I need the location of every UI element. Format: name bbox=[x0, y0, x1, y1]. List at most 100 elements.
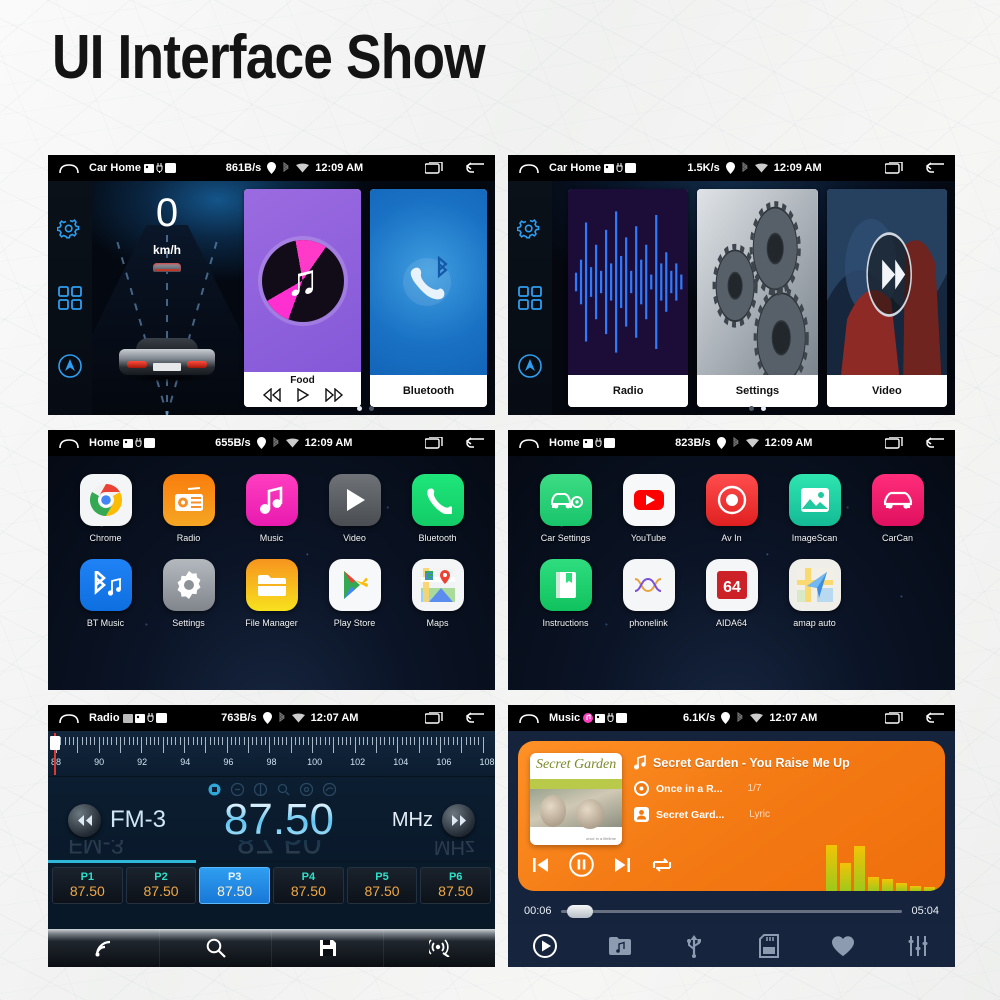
seek-knob[interactable] bbox=[567, 904, 594, 918]
app-bluetooth[interactable]: Bluetooth bbox=[396, 474, 479, 543]
prev-icon[interactable] bbox=[262, 388, 282, 402]
navigation-icon[interactable] bbox=[517, 353, 543, 379]
status-time: 12:09 AM bbox=[315, 162, 364, 174]
app-maps[interactable]: G Maps bbox=[396, 559, 479, 628]
back-icon[interactable] bbox=[925, 437, 945, 449]
preset-button[interactable]: P5 87.50 bbox=[346, 867, 418, 904]
lyric-label[interactable]: Lyric bbox=[749, 809, 770, 820]
card-radio[interactable]: Radio bbox=[568, 189, 689, 407]
back-icon[interactable] bbox=[925, 712, 945, 724]
seek-track[interactable] bbox=[560, 904, 903, 918]
folder-music-icon[interactable] bbox=[583, 936, 658, 956]
radio-frequency: 87.50 bbox=[223, 795, 334, 844]
stereo-icon bbox=[208, 783, 220, 796]
seek-bar[interactable]: 00:06 05:04 bbox=[518, 891, 945, 918]
back-icon[interactable] bbox=[465, 712, 485, 724]
home-icon[interactable] bbox=[518, 437, 540, 449]
antenna-icon[interactable] bbox=[384, 929, 495, 967]
prev-icon[interactable] bbox=[532, 857, 549, 873]
back-icon[interactable] bbox=[465, 437, 485, 449]
pause-icon[interactable] bbox=[569, 852, 594, 877]
app-play-store[interactable]: Play Store bbox=[313, 559, 396, 628]
preset-button[interactable]: P2 87.50 bbox=[125, 867, 197, 904]
save-icon[interactable] bbox=[272, 929, 384, 967]
repeat-icon[interactable] bbox=[651, 856, 673, 874]
status-mini-icons bbox=[143, 163, 176, 173]
settings-gears-art bbox=[697, 189, 818, 375]
app-amap-auto[interactable]: amap auto bbox=[773, 559, 856, 628]
gear-icon bbox=[162, 559, 215, 611]
page-dot[interactable] bbox=[749, 406, 754, 411]
next-icon[interactable] bbox=[324, 388, 344, 402]
recents-icon[interactable] bbox=[885, 712, 903, 724]
preset-button[interactable]: P6 87.50 bbox=[420, 867, 492, 904]
apps-grid-icon[interactable] bbox=[58, 286, 82, 310]
app-video[interactable]: Video bbox=[313, 474, 396, 543]
recents-icon[interactable] bbox=[425, 162, 443, 174]
preset-button[interactable]: P1 87.50 bbox=[52, 867, 123, 904]
home-icon[interactable] bbox=[58, 162, 80, 174]
play-icon[interactable] bbox=[296, 388, 310, 402]
amap-icon bbox=[788, 559, 841, 611]
svg-text:G: G bbox=[425, 571, 434, 583]
sd-card-icon[interactable] bbox=[732, 934, 807, 958]
app-imagescan[interactable]: ImageScan bbox=[773, 474, 856, 543]
home-icon[interactable] bbox=[58, 712, 80, 724]
signal-icon[interactable] bbox=[48, 929, 160, 967]
app-settings[interactable]: Settings bbox=[147, 559, 230, 628]
navigation-icon[interactable] bbox=[57, 353, 83, 379]
apps-grid-icon[interactable] bbox=[518, 286, 542, 310]
equalizer-bar bbox=[854, 846, 865, 891]
app-instructions[interactable]: Instructions bbox=[524, 559, 607, 628]
recents-icon[interactable] bbox=[425, 712, 443, 724]
app-car-settings[interactable]: Car Settings bbox=[524, 474, 607, 543]
tune-up-button[interactable] bbox=[442, 803, 475, 837]
status-title: Car Home bbox=[89, 162, 141, 174]
gear-icon[interactable] bbox=[57, 217, 83, 243]
preset-button[interactable]: P3 87.50 bbox=[199, 867, 271, 904]
frequency-scale[interactable]: 88 90 92 94 96 98 100 102 104 106 108 bbox=[48, 731, 495, 777]
app-radio[interactable]: Radio bbox=[147, 474, 230, 543]
app-carcan[interactable]: CarCan bbox=[856, 474, 939, 543]
page-dot[interactable] bbox=[761, 406, 766, 411]
card-music[interactable]: ♫ Food bbox=[244, 189, 361, 407]
recents-icon[interactable] bbox=[425, 437, 443, 449]
card-bluetooth[interactable]: Bluetooth bbox=[370, 189, 487, 407]
status-bar: Music 6.1K/s 12:07 AM bbox=[508, 705, 955, 731]
maps-icon: G bbox=[411, 559, 464, 611]
next-icon[interactable] bbox=[614, 857, 631, 873]
card-music-label: Food bbox=[290, 375, 315, 386]
page-dot[interactable] bbox=[357, 406, 362, 411]
app-file-manager[interactable]: File Manager bbox=[230, 559, 313, 628]
app-av-in[interactable]: Av In bbox=[690, 474, 773, 543]
app-music[interactable]: Music bbox=[230, 474, 313, 543]
usb-icon[interactable] bbox=[657, 934, 732, 958]
app-aida64[interactable]: 64 AIDA64 bbox=[690, 559, 773, 628]
card-settings[interactable]: Settings bbox=[697, 189, 818, 407]
search-icon[interactable] bbox=[160, 929, 272, 967]
tune-down-button[interactable] bbox=[68, 803, 101, 837]
app-label: Car Settings bbox=[540, 533, 591, 543]
page-dot[interactable] bbox=[369, 406, 374, 411]
home-icon[interactable] bbox=[58, 437, 80, 449]
app-phonelink[interactable]: phonelink bbox=[607, 559, 690, 628]
preset-button[interactable]: P4 87.50 bbox=[273, 867, 344, 904]
back-icon[interactable] bbox=[465, 162, 485, 174]
card-video[interactable]: Video bbox=[826, 189, 947, 407]
home-icon[interactable] bbox=[518, 162, 540, 174]
equalizer-icon[interactable] bbox=[881, 935, 956, 957]
home-icon[interactable] bbox=[518, 712, 540, 724]
app-youtube[interactable]: YouTube bbox=[607, 474, 690, 543]
back-icon[interactable] bbox=[925, 162, 945, 174]
gear-icon[interactable] bbox=[517, 217, 543, 243]
status-bar: Car Home 1.5K/s 12:09 AM bbox=[508, 155, 955, 181]
car-home-body: Radio Settings Video bbox=[508, 181, 955, 415]
recents-icon[interactable] bbox=[885, 162, 903, 174]
tuner-cursor[interactable] bbox=[49, 733, 60, 775]
recents-icon[interactable] bbox=[885, 437, 903, 449]
play-icon[interactable] bbox=[508, 934, 583, 958]
album-name: Once in a R... bbox=[656, 782, 723, 795]
app-bt-music[interactable]: BT Music bbox=[64, 559, 147, 628]
app-chrome[interactable]: Chrome bbox=[64, 474, 147, 543]
favorite-icon[interactable] bbox=[806, 935, 881, 957]
